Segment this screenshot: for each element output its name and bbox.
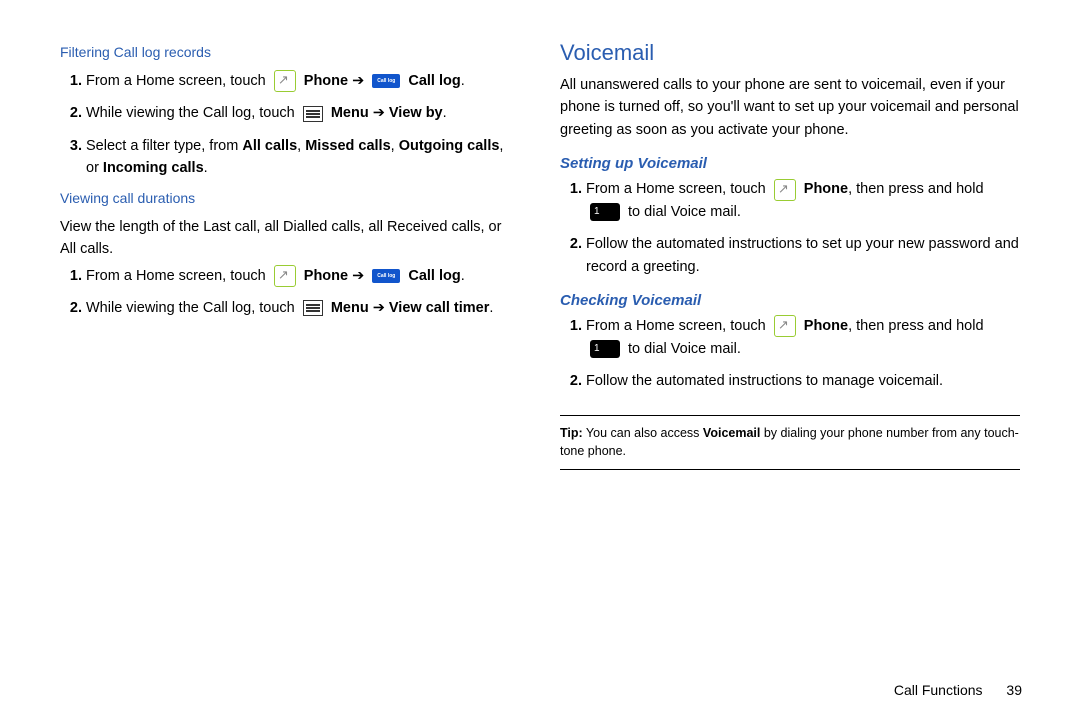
- text: From a Home screen, touch: [586, 181, 770, 197]
- menu-icon: [303, 300, 323, 316]
- bold: Incoming calls: [103, 160, 204, 176]
- text: , then press and hold: [848, 181, 983, 197]
- durations-intro: View the length of the Last call, all Di…: [60, 216, 520, 261]
- page-footer: Call Functions 39: [894, 682, 1022, 698]
- vct-label: View call timer: [389, 300, 489, 316]
- arrow-icon: ➔: [352, 268, 368, 284]
- text: , then press and hold: [848, 318, 983, 334]
- phone-label: Phone: [304, 73, 348, 89]
- calllog-label: Call log: [408, 268, 460, 284]
- durations-steps: From a Home screen, touch Phone ➔ Call l…: [60, 265, 520, 320]
- subheading-setup-voicemail: Setting up Voicemail: [560, 155, 1020, 172]
- setup-steps: From a Home screen, touch Phone, then pr…: [560, 178, 1020, 278]
- text: While viewing the Call log, touch: [86, 300, 299, 316]
- right-column: Voicemail All unanswered calls to your p…: [560, 40, 1020, 700]
- phone-label: Phone: [804, 181, 848, 197]
- text: From a Home screen, touch: [86, 73, 270, 89]
- phone-icon: [774, 315, 796, 337]
- phone-icon: [274, 70, 296, 92]
- step: From a Home screen, touch Phone ➔ Call l…: [86, 70, 520, 92]
- arrow-icon: ➔: [352, 73, 368, 89]
- calllog-icon: Call log: [372, 74, 400, 88]
- arrow-icon: ➔: [373, 300, 389, 316]
- bold: All calls: [242, 138, 297, 154]
- section-name: Call Functions: [894, 682, 983, 698]
- text: While viewing the Call log, touch: [86, 105, 299, 121]
- phone-icon: [274, 265, 296, 287]
- subheading-check-voicemail: Checking Voicemail: [560, 292, 1020, 309]
- calllog-label: Call log: [408, 73, 460, 89]
- step: From a Home screen, touch Phone ➔ Call l…: [86, 265, 520, 287]
- step: While viewing the Call log, touch Menu ➔…: [86, 102, 520, 124]
- bold: Outgoing calls: [399, 138, 500, 154]
- calllog-icon: Call log: [372, 269, 400, 283]
- step: Select a filter type, from All calls, Mi…: [86, 135, 520, 180]
- text: You can also access: [583, 426, 703, 440]
- viewby-label: View by: [389, 105, 443, 121]
- text: to dial Voice mail.: [628, 204, 741, 220]
- step: While viewing the Call log, touch Menu ➔…: [86, 297, 520, 319]
- check-steps: From a Home screen, touch Phone, then pr…: [560, 315, 1020, 392]
- menu-icon: [303, 106, 323, 122]
- step: Follow the automated instructions to man…: [586, 370, 1020, 392]
- step: Follow the automated instructions to set…: [586, 233, 1020, 278]
- subheading-filtering: Filtering Call log records: [60, 44, 520, 60]
- step: From a Home screen, touch Phone, then pr…: [586, 315, 1020, 360]
- key-1-icon: 1 ෮: [590, 203, 620, 221]
- tip-label: Tip:: [560, 426, 583, 440]
- text: From a Home screen, touch: [586, 318, 770, 334]
- phone-label: Phone: [304, 268, 348, 284]
- page-number: 39: [1006, 682, 1022, 698]
- text: to dial Voice mail.: [628, 341, 741, 357]
- left-column: Filtering Call log records From a Home s…: [60, 40, 520, 700]
- heading-voicemail: Voicemail: [560, 40, 1020, 66]
- tip-box: Tip: You can also access Voicemail by di…: [560, 415, 1020, 471]
- subheading-durations: Viewing call durations: [60, 190, 520, 206]
- bold: Voicemail: [703, 426, 760, 440]
- phone-icon: [774, 179, 796, 201]
- voicemail-intro: All unanswered calls to your phone are s…: [560, 74, 1020, 141]
- menu-label: Menu: [331, 105, 369, 121]
- arrow-icon: ➔: [373, 105, 389, 121]
- menu-label: Menu: [331, 300, 369, 316]
- phone-label: Phone: [804, 318, 848, 334]
- key-1-icon: 1 ෮: [590, 340, 620, 358]
- step: From a Home screen, touch Phone, then pr…: [586, 178, 1020, 223]
- filtering-steps: From a Home screen, touch Phone ➔ Call l…: [60, 70, 520, 180]
- text: From a Home screen, touch: [86, 268, 270, 284]
- text: Select a filter type, from: [86, 138, 242, 154]
- bold: Missed calls: [305, 138, 390, 154]
